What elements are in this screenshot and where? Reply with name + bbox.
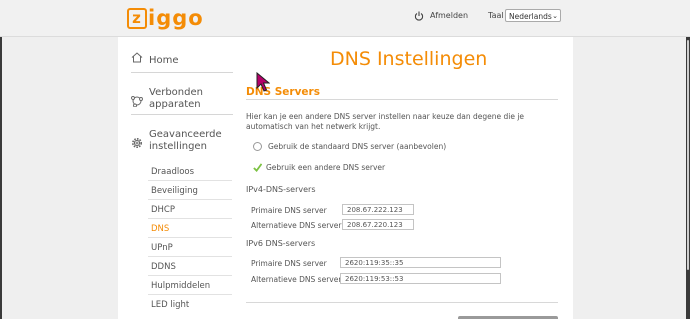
- radio-button[interactable]: [253, 142, 262, 151]
- right-gutter: [573, 37, 690, 319]
- radio-label: Gebruik een andere DNS server: [266, 163, 386, 172]
- ipv6-primary-label: Primaire DNS server: [251, 259, 327, 268]
- radio-default-dns[interactable]: Gebruik de standaard DNS server (aanbevo…: [253, 142, 446, 151]
- page-title: DNS Instellingen: [330, 48, 488, 70]
- sidebar-item-upnp[interactable]: UPnP: [148, 239, 232, 257]
- ipv4-alternate-dns-input[interactable]: 208.67.220.123: [342, 219, 414, 230]
- language-label: Taal: [488, 11, 504, 20]
- logout-link[interactable]: Afmelden: [430, 11, 468, 20]
- section-description: Hier kan je een andere DNS server instel…: [246, 112, 525, 131]
- sidebar-item-home[interactable]: Home: [131, 50, 233, 73]
- sidebar-item-ddns[interactable]: DDNS: [148, 258, 232, 276]
- left-gutter: [0, 37, 118, 319]
- ipv4-alternate-label: Alternatieve DNS server: [251, 221, 342, 230]
- top-bar: z iggo Afmelden Taal Nederlands ⌄: [0, 0, 690, 37]
- divider: [246, 302, 558, 303]
- sidebar-item-hulpmiddelen[interactable]: Hulpmiddelen: [148, 277, 232, 295]
- ipv6-primary-dns-input[interactable]: 2620:119:35::35: [340, 257, 501, 268]
- network-icon: [131, 96, 143, 107]
- ipv6-heading: IPv6 DNS-servers: [246, 239, 316, 248]
- divider: [246, 99, 558, 100]
- gear-icon: [132, 138, 142, 148]
- ipv4-primary-dns-input[interactable]: 208.67.222.123: [342, 204, 414, 215]
- chevron-down-icon: ⌄: [552, 12, 558, 20]
- ipv6-alternate-dns-input[interactable]: 2620:119:53::53: [340, 273, 501, 284]
- house-icon: [131, 52, 143, 63]
- language-select[interactable]: Nederlands ⌄: [505, 9, 561, 22]
- radio-custom-dns[interactable]: Gebruik een andere DNS server: [253, 163, 385, 172]
- sidebar-item-dhcp[interactable]: DHCP: [148, 201, 232, 219]
- mouse-cursor-icon: [256, 72, 270, 92]
- checkmark-icon[interactable]: [253, 163, 262, 172]
- window-edge-left: [0, 37, 2, 319]
- scrollbar-thumb[interactable]: [687, 40, 689, 270]
- ipv4-heading: IPv4-DNS-servers: [246, 185, 316, 194]
- power-icon[interactable]: [414, 11, 424, 21]
- sidebar-item-connected-devices[interactable]: Verbonden apparaten: [131, 84, 233, 115]
- ipv4-primary-label: Primaire DNS server: [251, 206, 327, 215]
- sidebar-item-led-light[interactable]: LED light: [148, 296, 232, 314]
- sidebar-item-advanced-settings[interactable]: Geavanceerde instellingen: [131, 126, 233, 157]
- sidebar-item-beveiliging[interactable]: Beveiliging: [148, 182, 232, 200]
- radio-label: Gebruik de standaard DNS server (aanbevo…: [268, 142, 447, 151]
- sidebar-item-label: Geavanceerde instellingen: [149, 129, 222, 152]
- sidebar-item-draadloos[interactable]: Draadloos: [148, 163, 232, 181]
- sidebar-item-label: Home: [149, 55, 179, 66]
- ziggo-logo[interactable]: z iggo: [127, 6, 204, 30]
- sidebar-item-label: Verbonden apparaten: [149, 87, 203, 110]
- sidebar-item-dns[interactable]: DNS: [148, 220, 232, 238]
- language-value: Nederlands: [509, 12, 552, 21]
- ipv6-alternate-label: Alternatieve DNS server: [251, 275, 342, 284]
